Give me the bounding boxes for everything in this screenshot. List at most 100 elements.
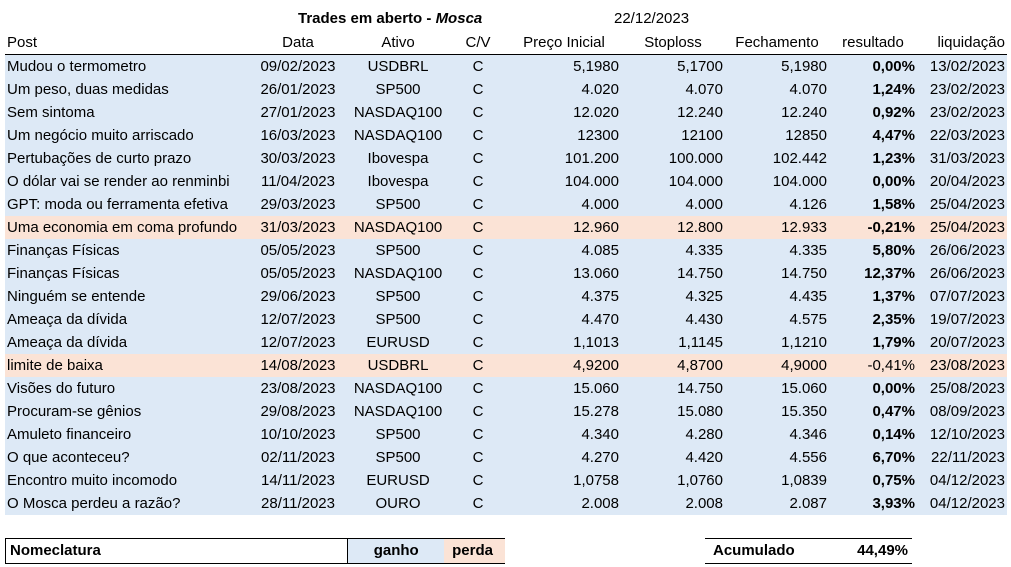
cell-liquidacao[interactable]: 19/07/2023	[917, 308, 1007, 331]
cell-cv[interactable]: C	[449, 78, 507, 101]
table-row[interactable]: Sem sintoma 27/01/2023 NASDAQ100 C 12.020 12.…	[5, 101, 1007, 124]
cell-ativo[interactable]: USDBRL	[347, 354, 449, 377]
cell-liquidacao[interactable]: 20/04/2023	[917, 170, 1007, 193]
cell-ativo[interactable]: SP500	[347, 239, 449, 262]
cell-fechamento[interactable]: 4.556	[725, 446, 829, 469]
cell-post[interactable]: Visões do futuro	[5, 377, 249, 400]
cell-post[interactable]: O dólar vai se render ao renminbi	[5, 170, 249, 193]
cell-resultado[interactable]: 1,58%	[829, 193, 917, 216]
col-header-liquidacao[interactable]: liquidação	[917, 31, 1007, 55]
cell-ativo[interactable]: NASDAQ100	[347, 400, 449, 423]
cell-ativo[interactable]: NASDAQ100	[347, 377, 449, 400]
cell-data[interactable]: 26/01/2023	[249, 78, 347, 101]
table-row[interactable]: Amuleto financeiro 10/10/2023 SP500 C 4.340 4…	[5, 423, 1007, 446]
cell-ativo[interactable]: NASDAQ100	[347, 262, 449, 285]
cell-ativo[interactable]: Ibovespa	[347, 170, 449, 193]
cell-ativo[interactable]: NASDAQ100	[347, 101, 449, 124]
cell-cv[interactable]: C	[449, 124, 507, 147]
cell-stoploss[interactable]: 14.750	[621, 262, 725, 285]
cell-post[interactable]: Finanças Físicas	[5, 239, 249, 262]
cell-data[interactable]: 31/03/2023	[249, 216, 347, 239]
cell-resultado[interactable]: 0,75%	[829, 469, 917, 492]
cell-fechamento[interactable]: 102.442	[725, 147, 829, 170]
col-header-preco-inicial[interactable]: Preço Inicial	[507, 31, 621, 55]
cell-fechamento[interactable]: 4.435	[725, 285, 829, 308]
cell-liquidacao[interactable]: 26/06/2023	[917, 239, 1007, 262]
cell-resultado[interactable]: 1,23%	[829, 147, 917, 170]
cell-resultado[interactable]: 6,70%	[829, 446, 917, 469]
cell-liquidacao[interactable]: 23/02/2023	[917, 78, 1007, 101]
cell-ativo[interactable]: USDBRL	[347, 54, 449, 78]
cell-stoploss[interactable]: 4.325	[621, 285, 725, 308]
cell-data[interactable]: 16/03/2023	[249, 124, 347, 147]
cell-cv[interactable]: C	[449, 400, 507, 423]
cell-stoploss[interactable]: 2.008	[621, 492, 725, 515]
cell-fechamento[interactable]: 4,9000	[725, 354, 829, 377]
cell-stoploss[interactable]: 1,1145	[621, 331, 725, 354]
cell-cv[interactable]: C	[449, 216, 507, 239]
table-row[interactable]: Finanças Físicas 05/05/2023 NASDAQ100 C 13.0…	[5, 262, 1007, 285]
col-header-ativo[interactable]: Ativo	[347, 31, 449, 55]
cell-cv[interactable]: C	[449, 147, 507, 170]
cell-preco-inicial[interactable]: 101.200	[507, 147, 621, 170]
cell-fechamento[interactable]: 15.060	[725, 377, 829, 400]
cell-cv[interactable]: C	[449, 285, 507, 308]
cell-resultado[interactable]: 1,24%	[829, 78, 917, 101]
cell-stoploss[interactable]: 4.420	[621, 446, 725, 469]
cell-resultado[interactable]: 1,37%	[829, 285, 917, 308]
table-row[interactable]: GPT: moda ou ferramenta efetiva 29/03/202…	[5, 193, 1007, 216]
cell-fechamento[interactable]: 1,0839	[725, 469, 829, 492]
cell-resultado[interactable]: 0,14%	[829, 423, 917, 446]
cell-resultado[interactable]: 0,92%	[829, 101, 917, 124]
cell-resultado[interactable]: -0,21%	[829, 216, 917, 239]
cell-stoploss[interactable]: 12.240	[621, 101, 725, 124]
cell-cv[interactable]: C	[449, 308, 507, 331]
cell-cv[interactable]: C	[449, 377, 507, 400]
cell-resultado[interactable]: 12,37%	[829, 262, 917, 285]
cell-cv[interactable]: C	[449, 354, 507, 377]
cell-preco-inicial[interactable]: 4.085	[507, 239, 621, 262]
cell-preco-inicial[interactable]: 12.020	[507, 101, 621, 124]
cell-post[interactable]: Ameaça da dívida	[5, 308, 249, 331]
table-row[interactable]: O dólar vai se render ao renminbi 11/04/2…	[5, 170, 1007, 193]
cell-liquidacao[interactable]: 26/06/2023	[917, 262, 1007, 285]
cell-resultado[interactable]: 3,93%	[829, 492, 917, 515]
cell-resultado[interactable]: 0,00%	[829, 170, 917, 193]
cell-liquidacao[interactable]: 31/03/2023	[917, 147, 1007, 170]
cell-cv[interactable]: C	[449, 423, 507, 446]
cell-liquidacao[interactable]: 04/12/2023	[917, 492, 1007, 515]
cell-post[interactable]: Um negócio muito arriscado	[5, 124, 249, 147]
table-row[interactable]: Ninguém se entende 29/06/2023 SP500 C 4.375 4…	[5, 285, 1007, 308]
cell-stoploss[interactable]: 12.800	[621, 216, 725, 239]
cell-cv[interactable]: C	[449, 469, 507, 492]
cell-preco-inicial[interactable]: 15.060	[507, 377, 621, 400]
cell-post[interactable]: GPT: moda ou ferramenta efetiva	[5, 193, 249, 216]
cell-fechamento[interactable]: 12.240	[725, 101, 829, 124]
cell-data[interactable]: 05/05/2023	[249, 262, 347, 285]
cell-fechamento[interactable]: 4.126	[725, 193, 829, 216]
cell-cv[interactable]: C	[449, 193, 507, 216]
cell-preco-inicial[interactable]: 4.020	[507, 78, 621, 101]
cell-preco-inicial[interactable]: 12300	[507, 124, 621, 147]
cell-post[interactable]: Encontro muito incomodo	[5, 469, 249, 492]
col-header-resultado[interactable]: resultado	[829, 31, 917, 55]
cell-resultado[interactable]: 0,00%	[829, 377, 917, 400]
cell-ativo[interactable]: Ibovespa	[347, 147, 449, 170]
cell-fechamento[interactable]: 12850	[725, 124, 829, 147]
cell-fechamento[interactable]: 12.933	[725, 216, 829, 239]
cell-ativo[interactable]: SP500	[347, 193, 449, 216]
cell-liquidacao[interactable]: 08/09/2023	[917, 400, 1007, 423]
cell-post[interactable]: limite de baixa	[5, 354, 249, 377]
cell-stoploss[interactable]: 15.080	[621, 400, 725, 423]
cell-fechamento[interactable]: 15.350	[725, 400, 829, 423]
col-header-cv[interactable]: C/V	[449, 31, 507, 55]
cell-liquidacao[interactable]: 23/08/2023	[917, 354, 1007, 377]
cell-stoploss[interactable]: 1,0760	[621, 469, 725, 492]
cell-resultado[interactable]: -0,41%	[829, 354, 917, 377]
cell-data[interactable]: 27/01/2023	[249, 101, 347, 124]
cell-post[interactable]: Pertubações de curto prazo	[5, 147, 249, 170]
cell-cv[interactable]: C	[449, 101, 507, 124]
cell-stoploss[interactable]: 12100	[621, 124, 725, 147]
cell-fechamento[interactable]: 4.346	[725, 423, 829, 446]
cell-ativo[interactable]: EURUSD	[347, 331, 449, 354]
